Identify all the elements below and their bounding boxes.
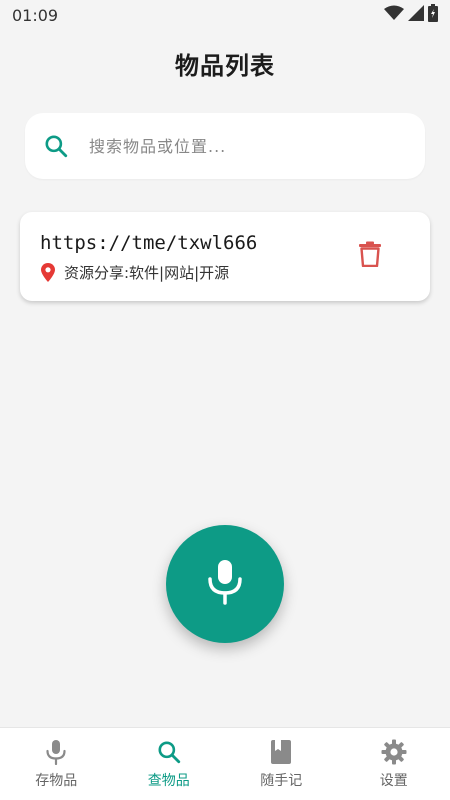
search-box[interactable] <box>25 113 425 179</box>
signal-icon <box>408 5 424 25</box>
book-icon <box>267 738 295 766</box>
nav-item-find[interactable]: 查物品 <box>113 728 226 800</box>
status-time: 01:09 <box>12 5 59 25</box>
bottom-nav: 存物品 查物品 随手记 设置 <box>0 727 450 800</box>
status-bar: 01:09 <box>0 0 450 30</box>
microphone-icon <box>205 558 245 610</box>
microphone-icon <box>42 738 70 766</box>
status-icons <box>384 4 438 26</box>
voice-input-button[interactable] <box>166 525 284 643</box>
item-location: 资源分享:软件|网站|开源 <box>64 264 230 282</box>
nav-item-settings[interactable]: 设置 <box>338 728 450 800</box>
nav-label-settings: 设置 <box>379 773 408 789</box>
nav-item-notes[interactable]: 随手记 <box>225 728 338 800</box>
wifi-icon <box>384 5 404 25</box>
nav-label-find: 查物品 <box>147 773 190 789</box>
nav-item-store[interactable]: 存物品 <box>0 728 113 800</box>
search-icon <box>155 738 183 766</box>
page-title: 物品列表 <box>175 52 275 80</box>
item-location-row: 资源分享:软件|网站|开源 <box>40 262 229 283</box>
search-input[interactable] <box>89 136 389 156</box>
item-name: https://tme/txwl666 <box>40 232 258 254</box>
gear-icon <box>380 738 408 766</box>
nav-label-store: 存物品 <box>35 773 78 789</box>
delete-button[interactable] <box>356 240 384 272</box>
app-screen: 01:09 物品列表 https://tme/txwl666 <box>0 0 450 800</box>
nav-label-notes: 随手记 <box>260 773 303 789</box>
search-icon <box>41 131 71 161</box>
item-card[interactable]: https://tme/txwl666 资源分享:软件|网站|开源 <box>20 212 430 301</box>
trash-icon <box>359 241 381 271</box>
pin-icon <box>40 263 56 283</box>
battery-icon <box>428 4 438 26</box>
